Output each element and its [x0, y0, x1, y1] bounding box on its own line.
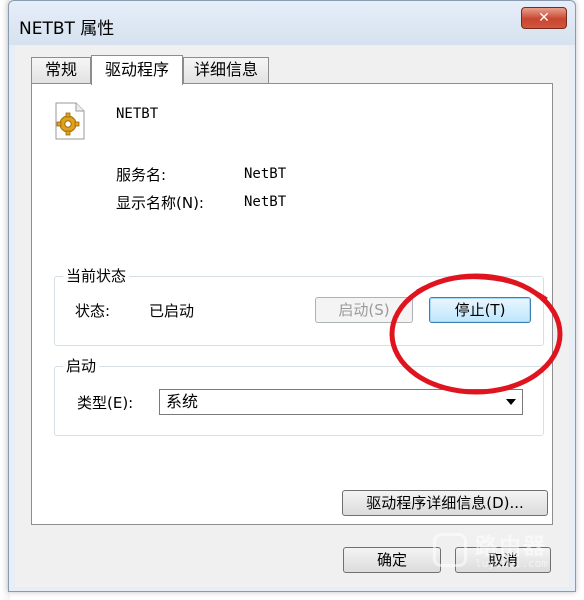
- close-button[interactable]: ✕: [521, 7, 567, 29]
- tab-details[interactable]: 详细信息: [183, 57, 269, 83]
- start-service-label: 启动(S): [338, 301, 390, 319]
- window-title: NETBT 属性: [19, 19, 115, 39]
- start-service-button[interactable]: 启动(S): [315, 297, 413, 323]
- startup-group: 启动 类型(E): 系统: [54, 355, 544, 436]
- cancel-button[interactable]: 取消: [455, 547, 551, 573]
- driver-details-button[interactable]: 驱动程序详细信息(D)...: [342, 490, 548, 516]
- driver-tab-panel: NETBT 服务名: NetBT 显示名称(N): NetBT 当前状态 状态:…: [31, 83, 553, 525]
- gear-file-icon: [55, 102, 85, 140]
- stop-service-button[interactable]: 停止(T): [429, 297, 531, 323]
- tab-general[interactable]: 常规: [31, 57, 91, 83]
- cancel-label: 取消: [487, 551, 518, 569]
- properties-dialog: NETBT 属性 ✕ 常规 驱动程序 详细信息 NETBT 服务名: NetBT…: [8, 0, 576, 592]
- ok-label: 确定: [376, 551, 407, 569]
- tab-driver-label: 驱动程序: [104, 60, 169, 79]
- display-name-value: NetBT: [244, 194, 287, 210]
- startup-type-label: 类型(E):: [77, 394, 134, 412]
- close-icon: ✕: [538, 10, 550, 26]
- tab-driver[interactable]: 驱动程序: [91, 55, 183, 85]
- startup-type-value: 系统: [166, 392, 199, 411]
- service-name-value: NetBT: [244, 166, 287, 182]
- startup-title: 启动: [63, 355, 100, 376]
- current-status-title: 当前状态: [63, 265, 130, 286]
- startup-type-select[interactable]: 系统: [159, 389, 523, 415]
- status-value: 已启动: [149, 302, 195, 320]
- stop-service-label: 停止(T): [454, 301, 506, 319]
- tab-details-label: 详细信息: [193, 60, 258, 79]
- display-name-label: 显示名称(N):: [116, 194, 204, 212]
- chevron-down-icon[interactable]: [506, 399, 516, 405]
- driver-details-label: 驱动程序详细信息(D)...: [366, 494, 524, 512]
- status-label: 状态:: [75, 302, 111, 320]
- service-name-label: 服务名:: [116, 166, 167, 184]
- ok-button[interactable]: 确定: [343, 547, 441, 573]
- current-status-group: 当前状态 状态: 已启动 启动(S) 停止(T): [54, 265, 544, 346]
- title-bar[interactable]: NETBT 属性 ✕: [9, 1, 575, 45]
- tab-general-label: 常规: [44, 60, 77, 79]
- dialog-body: 常规 驱动程序 详细信息 NETBT 服务名: NetBT 显示名称(N): N…: [15, 45, 569, 587]
- driver-name: NETBT: [116, 106, 159, 122]
